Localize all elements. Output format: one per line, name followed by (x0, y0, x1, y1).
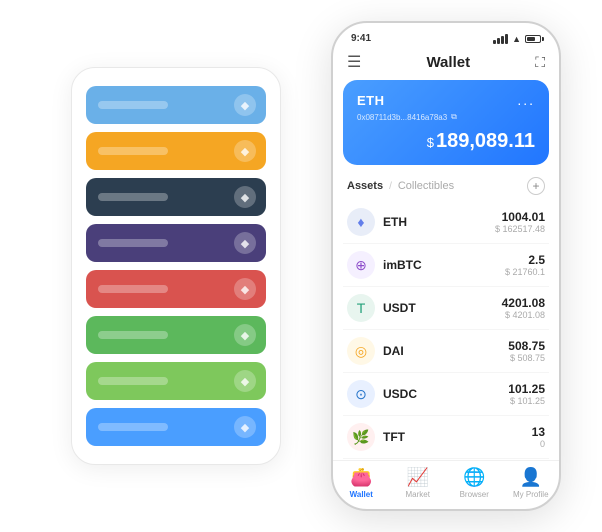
nav-item-market[interactable]: 📈 Market (390, 467, 447, 499)
nav-item-my-profile[interactable]: 👤 My Profile (503, 467, 560, 499)
stack-card-6: ◆ (86, 362, 266, 400)
asset-amount: 508.75 (508, 339, 545, 353)
stack-card-5: ◆ (86, 316, 266, 354)
stack-card-2: ◆ (86, 178, 266, 216)
bottom-nav: 👛 Wallet 📈 Market 🌐 Browser 👤 My Profile (333, 460, 559, 509)
stack-card-1: ◆ (86, 132, 266, 170)
asset-name: USDC (383, 387, 508, 401)
card-stack: ◆ ◆ ◆ ◆ ◆ ◆ ◆ ◆ (71, 67, 281, 465)
asset-usd: $ 162517.48 (495, 224, 545, 234)
asset-name: USDT (383, 301, 502, 315)
battery-fill (527, 37, 535, 41)
asset-logo-dai: ◎ (347, 337, 375, 365)
asset-item[interactable]: T USDT4201.08$ 4201.08 (343, 287, 549, 330)
phone-header: ☰ Wallet ⛶ (333, 48, 559, 80)
eth-card-address: 0x08711d3b...8416a78a3 ⧉ (357, 112, 535, 122)
nav-label: My Profile (513, 490, 549, 499)
nav-icon-wallet: 👛 (350, 467, 372, 488)
eth-card-amount: $189,089.11 (357, 130, 535, 153)
nav-icon-browser: 🌐 (463, 467, 485, 488)
asset-item[interactable]: ⊙ USDC101.25$ 101.25 (343, 373, 549, 416)
asset-list: ♦ ETH1004.01$ 162517.48 ⊕ imBTC2.5$ 21760.1… (333, 201, 559, 460)
tab-assets[interactable]: Assets (347, 180, 383, 192)
eth-card-header: ETH ... (357, 92, 535, 108)
asset-amount: 101.25 (508, 382, 545, 396)
asset-logo-usdt: T (347, 294, 375, 322)
wifi-icon: ▲ (512, 34, 521, 44)
nav-item-wallet[interactable]: 👛 Wallet (333, 467, 390, 499)
battery-icon (525, 35, 541, 43)
asset-item[interactable]: ♦ ETH1004.01$ 162517.48 (343, 201, 549, 244)
tab-collectibles[interactable]: Collectibles (398, 180, 454, 192)
eth-card[interactable]: ETH ... 0x08711d3b...8416a78a3 ⧉ $189,08… (343, 80, 549, 165)
assets-tabs: Assets / Collectibles (347, 180, 454, 192)
asset-values: 508.75$ 508.75 (508, 339, 545, 363)
asset-logo-eth: ♦ (347, 208, 375, 236)
asset-name: imBTC (383, 258, 505, 272)
asset-name: ETH (383, 215, 495, 229)
asset-values: 101.25$ 101.25 (508, 382, 545, 406)
nav-icon-my-profile: 👤 (520, 467, 542, 488)
asset-usd: $ 508.75 (508, 353, 545, 363)
nav-label: Market (406, 490, 430, 499)
phone-frame: 9:41 ▲ ☰ Wallet ⛶ ETH (331, 21, 561, 511)
assets-header: Assets / Collectibles + (333, 173, 559, 201)
add-asset-button[interactable]: + (527, 177, 545, 195)
menu-icon[interactable]: ☰ (347, 52, 361, 72)
assets-divider: / (389, 181, 392, 192)
asset-amount: 4201.08 (502, 296, 545, 310)
stack-card-3: ◆ (86, 224, 266, 262)
nav-item-browser[interactable]: 🌐 Browser (446, 467, 503, 499)
copy-icon[interactable]: ⧉ (451, 112, 457, 122)
asset-values: 1004.01$ 162517.48 (495, 210, 545, 234)
time-display: 9:41 (351, 33, 371, 44)
eth-card-title: ETH (357, 93, 385, 108)
asset-amount: 2.5 (505, 253, 545, 267)
asset-values: 2.5$ 21760.1 (505, 253, 545, 277)
asset-amount: 1004.01 (495, 210, 545, 224)
asset-values: 4201.08$ 4201.08 (502, 296, 545, 320)
asset-item[interactable]: ⊕ imBTC2.5$ 21760.1 (343, 244, 549, 287)
asset-item[interactable]: ◎ DAI508.75$ 508.75 (343, 330, 549, 373)
stack-card-0: ◆ (86, 86, 266, 124)
status-bar: 9:41 ▲ (333, 23, 559, 48)
asset-usd: $ 101.25 (508, 396, 545, 406)
asset-name: TFT (383, 430, 532, 444)
nav-icon-market: 📈 (407, 467, 429, 488)
asset-values: 130 (532, 425, 545, 449)
eth-card-menu[interactable]: ... (517, 92, 535, 108)
stack-card-4: ◆ (86, 270, 266, 308)
status-icons: ▲ (493, 34, 541, 44)
asset-usd: $ 4201.08 (502, 310, 545, 320)
signal-icon (493, 34, 508, 44)
asset-amount: 13 (532, 425, 545, 439)
asset-logo-tft: 🌿 (347, 423, 375, 451)
asset-logo-usdc: ⊙ (347, 380, 375, 408)
asset-item[interactable]: 🌿 TFT130 (343, 416, 549, 459)
asset-logo-imbtc: ⊕ (347, 251, 375, 279)
nav-label: Wallet (350, 490, 373, 499)
page-title: Wallet (426, 54, 470, 71)
asset-usd: $ 21760.1 (505, 267, 545, 277)
stack-card-7: ◆ (86, 408, 266, 446)
nav-label: Browser (460, 490, 489, 499)
asset-name: DAI (383, 344, 508, 358)
scene: ◆ ◆ ◆ ◆ ◆ ◆ ◆ ◆ 9:41 ▲ ☰ Wallet (11, 11, 591, 521)
expand-icon[interactable]: ⛶ (535, 54, 545, 71)
asset-usd: 0 (532, 439, 545, 449)
